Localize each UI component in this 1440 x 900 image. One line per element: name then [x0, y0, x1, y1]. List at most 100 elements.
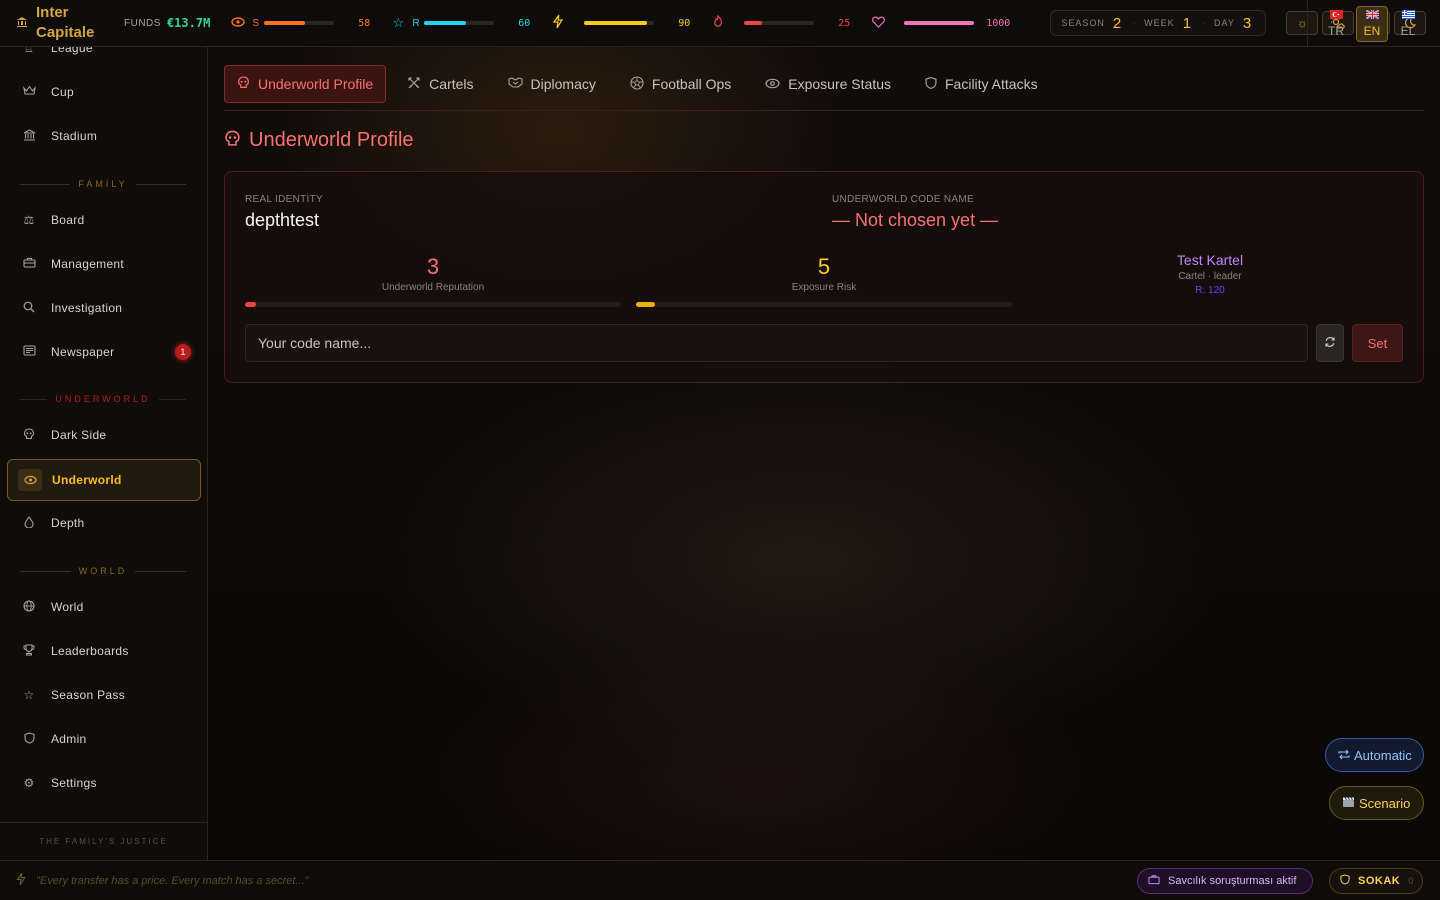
sidebar-item-label: Depth [51, 516, 85, 530]
set-code-name-button[interactable]: Set [1352, 324, 1403, 362]
stat-value: 1000 [986, 17, 1011, 29]
sidebar-item-season-pass[interactable]: ☆ Season Pass [7, 674, 201, 716]
sidebar-item-league[interactable]: ♖ League [7, 47, 201, 69]
tab-facility-attacks[interactable]: Facility Attacks [912, 65, 1051, 103]
football-icon [630, 75, 644, 93]
briefcase-icon [21, 257, 37, 271]
week-label: WEEK [1144, 18, 1175, 28]
cartel-role: Cartel · leader [1178, 271, 1242, 282]
sidebar-item-label: Cup [51, 85, 74, 99]
stat-bar [904, 21, 975, 25]
sidebar-item-cup[interactable]: Cup [7, 71, 201, 113]
trophy-icon: ♖ [23, 47, 35, 55]
prosecution-text: Savcılık soruşturması aktif [1168, 875, 1297, 887]
stat-value: 25 [838, 17, 851, 29]
reputation-label: Underworld Reputation [381, 282, 485, 293]
sidebar-item-label: Admin [51, 732, 87, 746]
section-world: WORLD [20, 566, 186, 576]
stat-bar [424, 21, 495, 25]
language-switcher: TR EN EL [1307, 0, 1440, 47]
tab-underworld-profile[interactable]: Underworld Profile [224, 65, 387, 103]
language-el[interactable]: EL [1392, 6, 1424, 42]
sidebar-item-board[interactable]: ⚖ Board [7, 199, 201, 241]
main-content: Underworld Profile Cartels Diplomacy Foo… [208, 47, 1440, 860]
season-value: 2 [1112, 14, 1122, 32]
bottom-bar: "Every transfer has a price. Every match… [0, 860, 1440, 900]
droplet-icon [21, 515, 37, 531]
gear-icon: ⚙ [23, 776, 35, 790]
sidebar-item-stadium[interactable]: Stadium [7, 115, 201, 157]
lightning-icon [550, 14, 566, 31]
reputation-value: 3 [426, 254, 440, 279]
tab-exposure-status[interactable]: Exposure Status [752, 65, 904, 103]
cartel-reputation: R: 120 [1195, 285, 1225, 296]
eye-icon [230, 16, 246, 31]
brand[interactable]: Inter Capitale [0, 3, 112, 43]
section-family: FAMİLY [20, 179, 186, 189]
automatic-button[interactable]: Automatic [1325, 738, 1424, 772]
prosecution-status[interactable]: Savcılık soruşturması aktif [1137, 868, 1313, 894]
sidebar-item-label: Underworld [52, 473, 122, 487]
sidebar-item-investigation[interactable]: Investigation [7, 287, 201, 329]
quote-text: "Every transfer has a price. Every match… [36, 874, 309, 887]
greece-flag-icon [1401, 9, 1415, 22]
language-tr[interactable]: TR [1320, 6, 1352, 42]
sidebar-item-label: Season Pass [51, 688, 126, 702]
stat-heat[interactable]: 25 [710, 13, 850, 33]
sidebar-item-world[interactable]: World [7, 586, 201, 628]
cartel-name[interactable]: Test Kartel [1120, 252, 1300, 268]
clapperboard-icon [1342, 796, 1355, 811]
repeat-icon [1338, 748, 1350, 763]
tab-diplomacy[interactable]: Diplomacy [495, 65, 609, 103]
trophy-icon [21, 644, 37, 659]
sidebar-footer-motto: THE FAMİLY'S JUSTICE [0, 822, 207, 860]
eye-icon [765, 77, 780, 92]
stat-respect[interactable]: ☆ R 60 [390, 13, 530, 33]
shield-icon [1340, 874, 1350, 888]
street-status[interactable]: SOKAK 0 [1329, 868, 1423, 894]
shield-icon [925, 76, 937, 93]
separator-dot: · [1133, 18, 1137, 28]
newspaper-icon [21, 345, 37, 359]
sidebar-item-label: Stadium [51, 129, 98, 143]
sidebar-item-management[interactable]: Management [7, 243, 201, 285]
underworld-tabs: Underworld Profile Cartels Diplomacy Foo… [224, 65, 1424, 111]
sidebar-item-leaderboards[interactable]: Leaderboards [7, 630, 201, 672]
language-en[interactable]: EN [1356, 5, 1388, 42]
real-identity-value: depthtest [245, 210, 320, 230]
sidebar-item-label: Settings [51, 776, 97, 790]
sidebar-item-admin[interactable]: Admin [7, 718, 201, 760]
sidebar-item-depth[interactable]: Depth [7, 502, 201, 544]
sidebar-item-dark-side[interactable]: Dark Side [7, 414, 201, 456]
stat-energy[interactable]: 90 [550, 13, 690, 33]
reputation-bar [245, 302, 621, 307]
sidebar-item-label: Dark Side [51, 428, 107, 442]
sidebar-item-label: Board [51, 213, 85, 227]
stat-bar [744, 21, 815, 25]
sidebar-item-label: League [51, 47, 93, 55]
day-value: 3 [1242, 14, 1252, 32]
tab-cartels[interactable]: Cartels [394, 65, 486, 103]
shield-icon [21, 731, 37, 747]
skull-icon [237, 76, 250, 92]
street-count: 0 [1408, 876, 1414, 886]
crossed-swords-icon [407, 76, 421, 93]
skull-icon [224, 130, 241, 152]
exposure-label: Exposure Risk [791, 282, 857, 293]
sidebar-item-newspaper[interactable]: Newspaper 1 [7, 331, 201, 373]
stat-suspicion[interactable]: S 58 [230, 13, 370, 33]
tab-label: Cartels [429, 76, 474, 92]
cartel-membership[interactable]: Test Kartel Cartel · leader R: 120 [1120, 252, 1300, 296]
search-icon [21, 301, 37, 316]
scenario-label: Scenario [1359, 795, 1411, 811]
automatic-label: Automatic [1354, 747, 1412, 763]
tab-football-ops[interactable]: Football Ops [617, 65, 744, 103]
code-name-input[interactable] [245, 324, 1308, 362]
sidebar-item-underworld[interactable]: Underworld [7, 459, 201, 501]
scenario-button[interactable]: Scenario [1329, 786, 1424, 820]
sidebar: ♖ League Cup Stadium FAMİLY ⚖ Board Mana… [0, 47, 208, 860]
stat-health[interactable]: 1000 [870, 13, 1010, 33]
sidebar-item-settings[interactable]: ⚙ Settings [7, 762, 201, 804]
randomize-code-name-button[interactable] [1316, 324, 1344, 362]
sidebar-item-label: Investigation [51, 301, 123, 315]
